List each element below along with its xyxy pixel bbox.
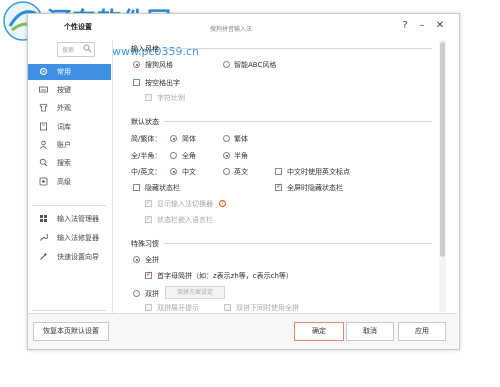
checkbox-double-hint-label: 双拼展开提示 xyxy=(157,304,199,312)
checkbox-show-switch[interactable] xyxy=(145,198,152,207)
shirt-icon xyxy=(39,103,48,112)
radio-pinyin-style-label: 搜狗风格 xyxy=(145,61,173,69)
checkbox-show-switch-label: 显示输入法切换器 xyxy=(157,200,213,208)
checkbox-space-output[interactable] xyxy=(133,79,140,86)
radio-simplified[interactable] xyxy=(170,135,177,142)
section-heading-special-habits: 特殊习惯 xyxy=(131,240,159,248)
apply-button[interactable]: 应用 xyxy=(398,322,446,341)
section-divider xyxy=(164,121,432,122)
checkbox-hide-status[interactable] xyxy=(133,184,140,191)
cn-en-label: 中/英文： xyxy=(131,168,162,176)
radio-pinyin-style[interactable] xyxy=(133,61,140,68)
sidebar-item-advanced[interactable]: 高级 xyxy=(28,174,111,190)
sidebar-item-label: 搜索 xyxy=(57,159,71,167)
checkbox-english-punct[interactable] xyxy=(275,168,282,175)
radio-traditional[interactable] xyxy=(223,135,230,142)
section-divider xyxy=(164,243,432,244)
checkbox-hide-status-fullscreen[interactable] xyxy=(275,182,282,191)
sidebar-item-setup-wizard[interactable]: 快速设置向导 xyxy=(28,249,111,265)
repair-icon xyxy=(40,234,48,241)
sidebar-item-account[interactable]: 账户 xyxy=(28,137,111,153)
checkbox-initial-abbrev-label: 首字母简拼（如：z表示zh等，c表示ch等） xyxy=(157,272,293,280)
help-button[interactable]: ? xyxy=(398,20,412,31)
radio-chinese-label: 中文 xyxy=(182,168,196,176)
wizard-icon xyxy=(40,252,48,260)
book-icon xyxy=(40,122,47,131)
sidebar-item-appearance[interactable]: 外观 xyxy=(28,100,111,116)
checkbox-double-keyboard-label: 双拼下同时使用全拼 xyxy=(236,304,299,312)
sidebar-item-label: 输入法管理器 xyxy=(57,215,99,223)
minimize-button[interactable]: – xyxy=(415,20,429,31)
sidebar-divider xyxy=(32,310,106,311)
sidebar-item-label: 快速设置向导 xyxy=(57,253,99,261)
section-heading-input-style: 输入风格 xyxy=(131,45,159,53)
manager-icon xyxy=(40,215,47,222)
radio-simplified-label: 简体 xyxy=(182,135,196,143)
radio-english[interactable] xyxy=(223,168,230,175)
user-icon xyxy=(40,140,47,149)
sidebar-item-label: 高级 xyxy=(57,178,71,186)
restore-defaults-button[interactable]: 恢复本页默认设置 xyxy=(33,322,109,341)
gear-icon xyxy=(39,67,48,76)
radio-traditional-label: 繁体 xyxy=(234,135,248,143)
sidebar-item-common[interactable]: 常用 xyxy=(28,64,111,80)
checkbox-initial-abbrev[interactable] xyxy=(145,270,152,279)
close-button[interactable]: ✕ xyxy=(433,20,447,31)
search-icon xyxy=(83,44,92,53)
radio-half-width[interactable] xyxy=(223,152,230,159)
search-input[interactable]: 搜索 xyxy=(57,42,95,57)
radio-smart-abc-style[interactable] xyxy=(223,61,230,68)
radio-full-width[interactable] xyxy=(170,152,177,159)
scrollbar-thumb[interactable] xyxy=(440,42,445,257)
checkbox-hide-status-label: 隐藏状态栏 xyxy=(145,184,180,192)
checkbox-double-hint[interactable] xyxy=(145,304,152,311)
checkbox-char-ratio[interactable] xyxy=(145,94,152,101)
window-subtitle: 搜狗拼音输入法 xyxy=(210,26,253,33)
sidebar-item-ime-manager[interactable]: 输入法管理器 xyxy=(28,211,111,227)
radio-full-pinyin[interactable] xyxy=(133,256,140,263)
full-half-label: 全/半角： xyxy=(131,152,162,160)
ok-button[interactable]: 确定 xyxy=(294,322,344,341)
radio-english-label: 英文 xyxy=(234,168,248,176)
radio-double-pinyin-label: 双拼 xyxy=(145,290,159,298)
sidebar-item-label: 词库 xyxy=(57,123,71,131)
section-divider xyxy=(164,48,432,49)
search-icon xyxy=(39,158,48,167)
radio-smart-abc-style-label: 智能ABC风格 xyxy=(234,61,277,69)
sidebar-item-dictionary[interactable]: 词库 xyxy=(28,119,111,135)
sidebar-item-label: 输入法修复器 xyxy=(57,234,99,242)
sidebar-item-label: 外观 xyxy=(57,104,71,112)
sidebar-item-keys[interactable]: 按键 xyxy=(28,82,111,98)
checkbox-hide-status-fullscreen-label: 全屏时隐藏状态栏 xyxy=(287,184,343,192)
checkbox-status-float-label: 状态栏嵌入语言栏 xyxy=(157,216,213,224)
info-icon[interactable]: ? xyxy=(219,200,226,207)
trad-simp-label: 简/繁体： xyxy=(131,135,162,143)
sidebar-item-label: 账户 xyxy=(57,141,71,149)
checkbox-double-keyboard[interactable] xyxy=(224,304,231,311)
checkbox-space-output-label: 按空格出字 xyxy=(145,79,180,87)
double-pinyin-scheme-button[interactable]: 双拼方案设定 xyxy=(165,286,225,299)
window-title: 个性设置 xyxy=(64,23,92,31)
radio-double-pinyin[interactable] xyxy=(133,290,140,297)
sidebar-item-label: 常用 xyxy=(57,68,71,76)
search-placeholder: 搜索 xyxy=(62,47,75,54)
checkbox-english-punct-label: 中文时使用英文标点 xyxy=(287,168,350,176)
advanced-icon xyxy=(39,177,48,186)
checkbox-status-float[interactable] xyxy=(145,214,152,223)
content-separator xyxy=(112,40,113,321)
cancel-button[interactable]: 取消 xyxy=(346,322,394,341)
sidebar-item-label: 按键 xyxy=(57,86,71,94)
radio-full-width-label: 全角 xyxy=(182,152,196,160)
checkbox-char-ratio-label: 字符比例 xyxy=(157,94,185,102)
keyboard-icon xyxy=(39,86,48,93)
sidebar-item-ime-repair[interactable]: 输入法修复器 xyxy=(28,230,111,246)
radio-half-width-label: 半角 xyxy=(234,152,248,160)
section-heading-default-state: 默认状态 xyxy=(131,118,159,126)
radio-full-pinyin-label: 全拼 xyxy=(145,256,159,264)
sidebar-item-search[interactable]: 搜索 xyxy=(28,155,111,171)
radio-chinese[interactable] xyxy=(170,168,177,175)
sidebar-divider xyxy=(32,205,106,206)
